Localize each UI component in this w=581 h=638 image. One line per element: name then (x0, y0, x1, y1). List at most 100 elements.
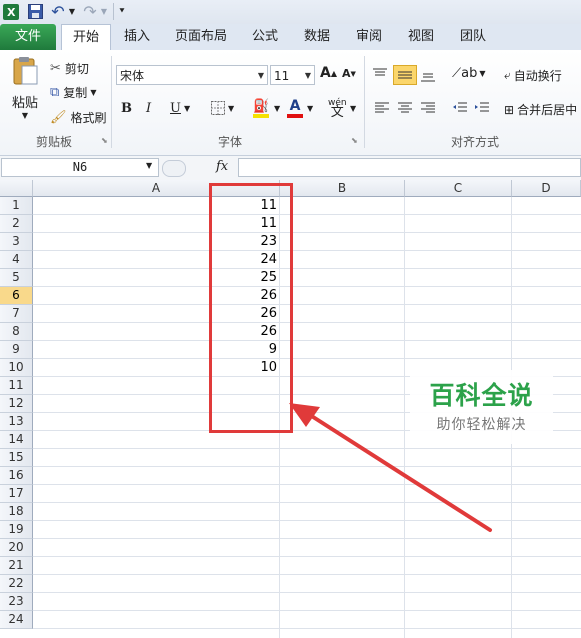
underline-dropdown-icon[interactable]: ▼ (184, 104, 190, 113)
row-header[interactable]: 8 (0, 323, 33, 341)
row-header[interactable]: 3 (0, 233, 33, 251)
italic-button[interactable]: I (146, 101, 151, 116)
redo-dropdown-icon[interactable]: ▼ (99, 3, 109, 20)
shrink-font-button[interactable]: A ▼ (342, 67, 356, 80)
align-center-button[interactable] (397, 101, 413, 115)
row-header[interactable]: 12 (0, 395, 33, 413)
row-header[interactable]: 2 (0, 215, 33, 233)
font-dialog-launcher-icon[interactable]: ⬊ (351, 136, 358, 145)
table-row[interactable] (33, 341, 581, 359)
row-header[interactable]: 10 (0, 359, 33, 377)
wrap-text-button[interactable]: ⤶ 自动换行 (504, 67, 562, 84)
copy-button[interactable]: ⧉ 复制 ▼ (50, 83, 96, 101)
row-header[interactable]: 21 (0, 557, 33, 575)
table-row[interactable] (33, 197, 581, 215)
align-bottom-button[interactable] (420, 68, 436, 82)
bold-button[interactable]: B (121, 101, 132, 116)
tab-review[interactable]: 审阅 (348, 24, 390, 50)
row-header[interactable]: 1 (0, 197, 33, 215)
table-row[interactable] (33, 323, 581, 341)
table-row[interactable] (33, 233, 581, 251)
insert-function-button[interactable]: fx (216, 159, 228, 174)
tab-file[interactable]: 文件 (0, 24, 56, 50)
borders-button[interactable]: ▼ (211, 101, 234, 115)
tab-view[interactable]: 视图 (400, 24, 442, 50)
watermark-subtitle: 助你轻松解决 (436, 417, 527, 433)
copy-dropdown-icon[interactable]: ▼ (90, 88, 96, 97)
table-row[interactable] (33, 269, 581, 287)
merge-center-button[interactable]: ⊞ 合并后居中 (504, 101, 577, 118)
row-header[interactable]: 19 (0, 521, 33, 539)
column-header-d[interactable]: D (512, 180, 581, 197)
align-left-button[interactable] (374, 101, 390, 115)
phonetic-guide-button[interactable]: wén 文 (328, 98, 347, 119)
row-header[interactable]: 23 (0, 593, 33, 611)
table-row[interactable] (33, 593, 581, 611)
phonetic-dropdown-icon[interactable]: ▼ (350, 104, 356, 113)
underline-button[interactable]: U (170, 101, 181, 116)
chevron-down-icon: ▼ (304, 71, 311, 80)
undo-icon[interactable]: ↶ (49, 2, 67, 21)
table-row[interactable] (33, 539, 581, 557)
row-header[interactable]: 24 (0, 611, 33, 629)
table-row[interactable] (33, 251, 581, 269)
align-middle-button[interactable] (393, 65, 417, 85)
table-row[interactable] (33, 575, 581, 593)
row-header[interactable]: 5 (0, 269, 33, 287)
tab-insert[interactable]: 插入 (116, 24, 158, 50)
row-header[interactable]: 18 (0, 503, 33, 521)
increase-indent-button[interactable] (474, 101, 490, 115)
row-header[interactable]: 15 (0, 449, 33, 467)
align-middle-icon (398, 71, 412, 79)
row-header[interactable]: 16 (0, 467, 33, 485)
formula-bar-divider-handle[interactable] (162, 160, 186, 177)
cut-button[interactable]: ✂ 剪切 (50, 59, 89, 77)
row-header[interactable]: 6 (0, 287, 33, 305)
select-all-corner[interactable] (0, 180, 33, 197)
paste-dropdown-icon[interactable]: ▼ (22, 111, 28, 120)
redo-icon[interactable]: ↷ (81, 2, 99, 21)
row-header[interactable]: 20 (0, 539, 33, 557)
table-row[interactable] (33, 557, 581, 575)
tab-data[interactable]: 数据 (296, 24, 338, 50)
tab-home[interactable]: 开始 (61, 24, 111, 52)
font-color-dropdown-icon[interactable]: ▼ (307, 104, 313, 113)
fill-color-dropdown-icon[interactable]: ▼ (274, 104, 280, 113)
align-bottom-icon (421, 73, 435, 82)
table-row[interactable] (33, 287, 581, 305)
row-header[interactable]: 7 (0, 305, 33, 323)
row-header[interactable]: 11 (0, 377, 33, 395)
table-row[interactable] (33, 305, 581, 323)
name-box[interactable]: N6 (1, 158, 159, 177)
orientation-button[interactable]: ⟋ab ▼ (452, 66, 485, 81)
undo-dropdown-icon[interactable]: ▼ (67, 3, 77, 20)
customize-qat-icon[interactable]: ⯆ (117, 3, 127, 20)
font-size-combo[interactable]: 11 ▼ (270, 65, 315, 85)
table-row[interactable] (33, 611, 581, 629)
align-top-button[interactable] (372, 68, 388, 82)
paste-button[interactable]: 粘贴 ▼ (8, 56, 42, 128)
format-painter-button[interactable]: 🖌 格式刷 (50, 108, 107, 126)
row-header[interactable]: 22 (0, 575, 33, 593)
align-right-button[interactable] (420, 101, 436, 115)
font-color-button[interactable]: A (287, 98, 303, 118)
row-header[interactable]: 17 (0, 485, 33, 503)
column-header-b[interactable]: B (280, 180, 405, 197)
decrease-indent-button[interactable] (452, 101, 468, 115)
tab-team[interactable]: 团队 (452, 24, 494, 50)
row-header[interactable]: 13 (0, 413, 33, 431)
column-header-c[interactable]: C (405, 180, 512, 197)
clipboard-dialog-launcher-icon[interactable]: ⬊ (101, 136, 108, 145)
row-header[interactable]: 4 (0, 251, 33, 269)
grow-font-button[interactable]: A ▲ (320, 65, 337, 81)
fill-color-button[interactable]: ⛽ (253, 99, 269, 118)
table-row[interactable] (33, 215, 581, 233)
row-header[interactable]: 14 (0, 431, 33, 449)
tab-formulas[interactable]: 公式 (244, 24, 286, 50)
save-icon[interactable] (26, 3, 44, 20)
row-header[interactable]: 9 (0, 341, 33, 359)
formula-input[interactable] (238, 158, 581, 177)
font-name-combo[interactable]: 宋体 ▼ (116, 65, 268, 85)
name-box-dropdown-icon[interactable]: ▼ (146, 161, 152, 170)
tab-page-layout[interactable]: 页面布局 (168, 24, 234, 50)
